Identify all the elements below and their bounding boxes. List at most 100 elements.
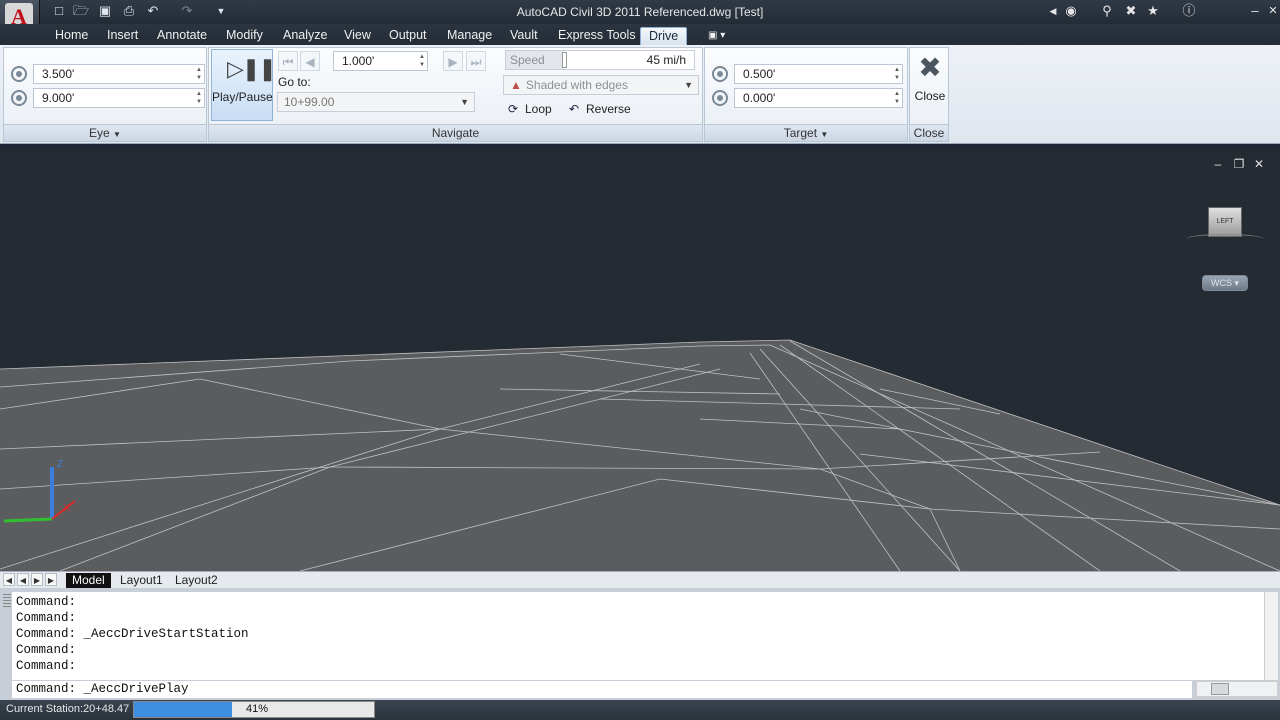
current-station-label: Current Station:20+48.47 (6, 703, 130, 715)
minimize-button[interactable]: – (1246, 3, 1264, 19)
target-offset-value: 0.000' (743, 91, 776, 105)
viewport-close-button[interactable]: ✕ (1252, 157, 1266, 171)
speed-slider-thumb[interactable] (562, 52, 567, 68)
ribbon-display-toggle-icon[interactable]: ▣ ▾ (704, 27, 729, 45)
eye-height-icon (11, 90, 27, 106)
eye-height-value: 9.000' (42, 91, 75, 105)
tab-drive[interactable]: Drive (640, 27, 688, 45)
command-history-line: Command: _AeccDriveStartStation (16, 627, 249, 641)
layout-tab-layout1[interactable]: Layout1 (114, 573, 169, 588)
chevron-down-icon: ▼ (684, 80, 693, 90)
spinner-arrows-icon[interactable]: ▲ ▼ (196, 66, 202, 82)
last-layout-icon[interactable]: ▶ (45, 573, 57, 586)
target-panel-title[interactable]: Target ▼ (705, 124, 907, 141)
speed-slider[interactable]: Speed 45 mi/h (505, 50, 695, 70)
previous-layout-icon[interactable]: ◀ (17, 573, 29, 586)
drawing-viewport[interactable]: Z X – ❐ ✕ LEFT WCS ▾ (0, 149, 1280, 571)
tab-home[interactable]: Home (51, 27, 92, 45)
surface-wireframe: Z X (0, 149, 1280, 571)
viewcube-compass-ring[interactable] (1186, 234, 1264, 244)
drive-progress-bar: 41% (133, 701, 375, 718)
tab-modify[interactable]: Modify (222, 27, 267, 45)
spinner-arrows-icon[interactable]: ▲ ▼ (196, 90, 202, 106)
first-station-icon[interactable]: ⏮ (278, 51, 298, 71)
binoculars-icon[interactable]: ◉ (1062, 3, 1080, 19)
loop-button[interactable]: ⟳ Loop (505, 102, 552, 116)
eye-distance-input[interactable]: 3.500' ▲ ▼ (33, 64, 205, 84)
play-pause-icon: ▷❚❚ (227, 56, 277, 81)
key-icon[interactable]: ⚲ (1098, 3, 1116, 19)
target-panel-label: Target (783, 126, 818, 140)
step-distance-input[interactable]: 1.000' ▲ ▼ (333, 51, 428, 71)
subscription-icon[interactable]: ✖ (1122, 3, 1140, 19)
last-station-icon[interactable]: ⏭ (466, 51, 486, 71)
close-drive-button[interactable]: Close (910, 89, 950, 103)
eye-panel-label: Eye (89, 126, 110, 140)
play-pause-label: Play/Pause (212, 90, 273, 104)
close-drive-icon[interactable]: ✖ (914, 54, 946, 82)
target-distance-icon (712, 66, 728, 82)
visual-style-dropdown[interactable]: ▲ Shaded with edges ▼ (503, 75, 699, 95)
spinner-arrows-icon[interactable]: ▲ ▼ (894, 66, 900, 82)
close-window-button[interactable]: ✕ (1264, 3, 1280, 19)
command-history-line: Command: (16, 595, 77, 609)
wcs-menu-button[interactable]: WCS ▾ (1202, 275, 1248, 291)
wcs-label: WCS (1210, 278, 1232, 288)
progress-percent: 41% (246, 703, 269, 715)
layout-tab-model[interactable]: Model (66, 573, 111, 588)
viewcube[interactable]: LEFT (1208, 207, 1242, 237)
tab-manage[interactable]: Manage (443, 27, 496, 45)
progress-fill (134, 702, 233, 717)
reverse-label: Reverse (586, 102, 631, 116)
tab-analyze[interactable]: Analyze (279, 27, 331, 45)
eye-height-input[interactable]: 9.000' ▲ ▼ (33, 88, 205, 108)
first-layout-icon[interactable]: ◀ (3, 573, 15, 586)
tab-vault[interactable]: Vault (506, 27, 542, 45)
viewport-restore-button[interactable]: ❐ (1232, 157, 1246, 171)
command-history-line: Command: (16, 659, 77, 673)
status-bar: Current Station:20+48.47 41% (0, 700, 1280, 720)
command-history-scrollbar[interactable] (1264, 592, 1278, 680)
spinner-arrows-icon[interactable]: ▲ ▼ (419, 53, 425, 69)
target-panel: 0.500' ▲ ▼ 0.000' ▲ ▼ Target ▼ (704, 47, 908, 142)
tab-annotate[interactable]: Annotate (153, 27, 211, 45)
viewport-minimize-button[interactable]: – (1211, 157, 1225, 171)
layout-tab-layout2[interactable]: Layout2 (169, 573, 224, 588)
command-history: Command: Command: Command: _AeccDriveSta… (12, 592, 1264, 680)
next-layout-icon[interactable]: ▶ (31, 573, 43, 586)
svg-text:X: X (64, 503, 71, 514)
goto-station-value: 10+99.00 (284, 95, 335, 109)
eye-panel-title[interactable]: Eye ▼ (4, 124, 206, 141)
target-distance-input[interactable]: 0.500' ▲ ▼ (734, 64, 903, 84)
scrollbar-thumb[interactable] (1211, 683, 1229, 695)
command-history-line: Command: (16, 643, 77, 657)
spinner-arrows-icon[interactable]: ▲ ▼ (894, 90, 900, 106)
visual-style-value: Shaded with edges (525, 78, 628, 92)
command-window: Command: Command: Command: _AeccDriveSta… (0, 588, 1280, 700)
loop-icon: ⟳ (507, 102, 519, 116)
ribbon-tab-bar: Home Insert Annotate Modify Analyze View… (0, 24, 1280, 45)
target-distance-value: 0.500' (743, 67, 776, 81)
command-line-scrollbar[interactable] (1196, 681, 1278, 697)
tab-output[interactable]: Output (385, 27, 431, 45)
tab-express-tools[interactable]: Express Tools (554, 27, 640, 45)
next-step-icon[interactable]: ▶ (443, 51, 463, 71)
command-grip-icon[interactable] (3, 594, 11, 608)
help-icon[interactable]: ⓘ (1180, 3, 1198, 19)
tab-insert[interactable]: Insert (103, 27, 142, 45)
navigate-panel-title: Navigate (209, 124, 702, 141)
layout-tab-bar: ◀ ◀ ▶ ▶ Model Layout1 Layout2 (0, 571, 1280, 588)
goto-label: Go to: (278, 75, 311, 89)
search-left-arrow-icon[interactable]: ◀ (1044, 3, 1062, 19)
viewcube-face-label: LEFT (1216, 218, 1234, 225)
previous-step-icon[interactable]: ◀ (300, 51, 320, 71)
visual-style-icon: ▲ (510, 78, 522, 92)
tab-view[interactable]: View (340, 27, 375, 45)
reverse-button[interactable]: ↶ Reverse (566, 102, 631, 116)
star-icon[interactable]: ★ (1144, 3, 1162, 19)
command-line-input[interactable]: Command: _AeccDrivePlay (12, 681, 1192, 698)
play-pause-button[interactable]: ▷❚❚ Play/Pause (211, 49, 277, 121)
goto-station-dropdown[interactable]: 10+99.00 ▼ (277, 92, 475, 112)
target-offset-input[interactable]: 0.000' ▲ ▼ (734, 88, 903, 108)
command-history-line: Command: (16, 611, 77, 625)
